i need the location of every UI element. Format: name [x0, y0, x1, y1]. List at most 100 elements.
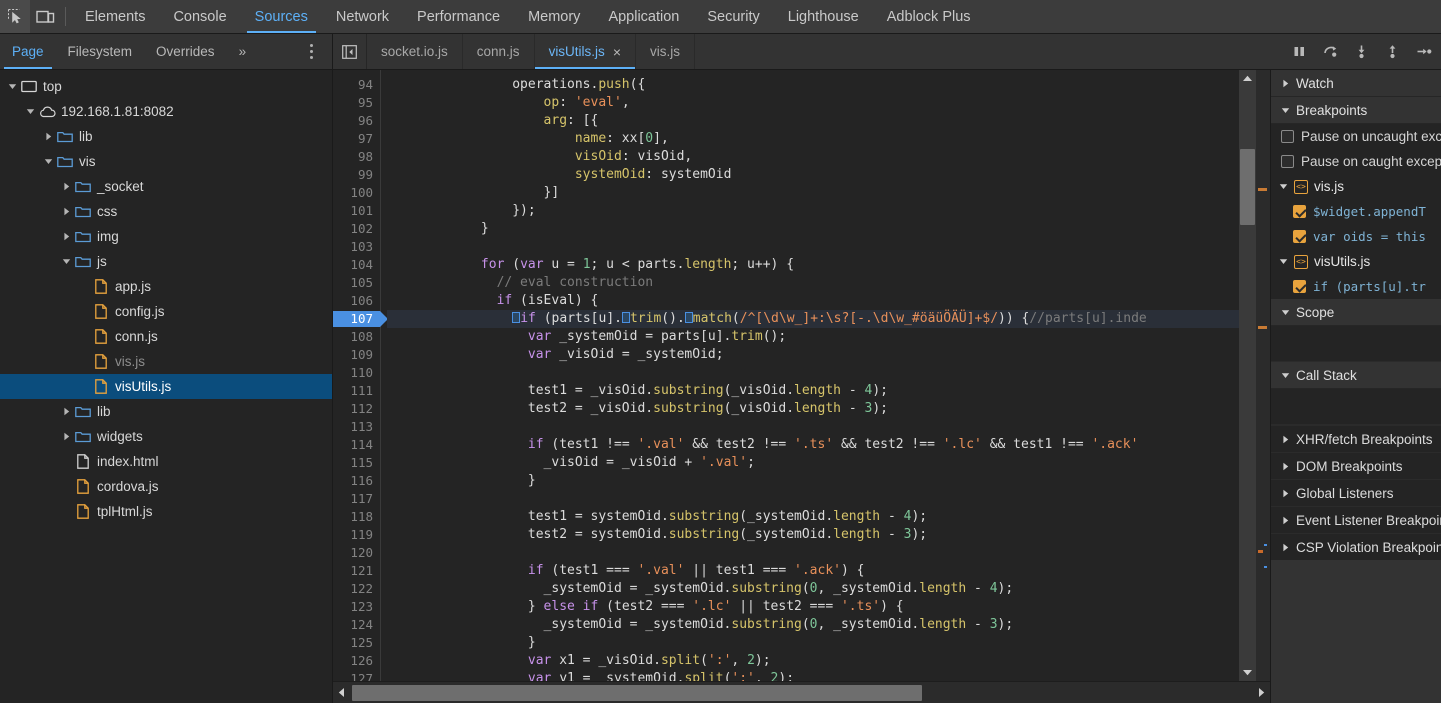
- line-number-95[interactable]: 95: [333, 94, 380, 112]
- line-number-111[interactable]: 111: [333, 382, 380, 400]
- panel-tab-network[interactable]: Network: [322, 0, 403, 33]
- chevron-down-icon[interactable]: [42, 155, 55, 168]
- chevron-right-icon[interactable]: [1279, 516, 1292, 525]
- navigator-tab-filesystem[interactable]: Filesystem: [56, 34, 145, 69]
- chevron-right-icon[interactable]: [60, 430, 73, 443]
- checkbox[interactable]: [1281, 155, 1294, 168]
- panel-tab-performance[interactable]: Performance: [403, 0, 514, 33]
- code-line-106[interactable]: if (isEval) {: [387, 292, 1239, 310]
- code-line-96[interactable]: arg: [{: [387, 112, 1239, 130]
- chevron-right-icon[interactable]: [1279, 543, 1292, 552]
- navigator-tab-overrides[interactable]: Overrides: [144, 34, 227, 69]
- checkbox[interactable]: [1293, 205, 1306, 218]
- chevron-down-icon[interactable]: [60, 255, 73, 268]
- line-number-109[interactable]: 109: [333, 346, 380, 364]
- tree-item-192-168-1-81-8082[interactable]: 192.168.1.81:8082: [0, 99, 332, 124]
- checkbox[interactable]: [1293, 230, 1306, 243]
- breakpoint-group-vis-js[interactable]: <> vis.js: [1271, 174, 1441, 199]
- line-number-126[interactable]: 126: [333, 652, 380, 670]
- breakpoint-entry[interactable]: $widget.appendT: [1271, 199, 1441, 224]
- step-over-next-function-call-icon[interactable]: [1315, 35, 1346, 69]
- code-line-102[interactable]: }: [387, 220, 1239, 238]
- code-line-107[interactable]: if (parts[u]. trim(). match(/^[\d\w_]+:\s?…: [387, 310, 1239, 328]
- file-navigator-tree[interactable]: top 192.168.1.81:8082 lib vis _socket css img j…: [0, 70, 333, 703]
- code-line-112[interactable]: test2 = _visOid.substring(_visOid.length…: [387, 400, 1239, 418]
- line-number-121[interactable]: 121: [333, 562, 380, 580]
- tree-item-lib[interactable]: lib: [0, 124, 332, 149]
- chevron-right-icon[interactable]: [42, 130, 55, 143]
- checkbox[interactable]: [1281, 130, 1294, 143]
- code-line-123[interactable]: } else if (test2 === '.lc' || test2 === …: [387, 598, 1239, 616]
- section-header-event-listener-breakpoints[interactable]: Event Listener Breakpoints: [1271, 506, 1441, 533]
- breakpoint-marker[interactable]: 107: [333, 311, 388, 327]
- chevron-right-icon[interactable]: [1279, 462, 1292, 471]
- code-line-105[interactable]: // eval construction: [387, 274, 1239, 292]
- section-header-breakpoints[interactable]: Breakpoints: [1271, 97, 1441, 124]
- panel-tab-memory[interactable]: Memory: [514, 0, 594, 33]
- line-number-100[interactable]: 100: [333, 184, 380, 202]
- tree-item-css[interactable]: css: [0, 199, 332, 224]
- code-line-118[interactable]: test1 = systemOid.substring(_systemOid.l…: [387, 508, 1239, 526]
- code-line-97[interactable]: name: xx[0],: [387, 130, 1239, 148]
- horizontal-scroll-thumb[interactable]: [352, 684, 922, 701]
- tree-item-vis-js[interactable]: vis.js: [0, 349, 332, 374]
- file-tab-vis-js[interactable]: vis.js: [636, 34, 695, 69]
- inline-breakpoint-icon[interactable]: [621, 312, 630, 323]
- line-number-103[interactable]: 103: [333, 238, 380, 256]
- line-number-124[interactable]: 124: [333, 616, 380, 634]
- tree-item-visutils-js[interactable]: visUtils.js: [0, 374, 332, 399]
- code-line-125[interactable]: }: [387, 634, 1239, 652]
- tree-item-top[interactable]: top: [0, 74, 332, 99]
- code-content[interactable]: operations.push({ op: 'eval', arg: [{ na…: [381, 70, 1239, 681]
- line-number-114[interactable]: 114: [333, 436, 380, 454]
- section-header-xhr-fetch-breakpoints[interactable]: XHR/fetch Breakpoints: [1271, 425, 1441, 452]
- code-line-126[interactable]: var x1 = _visOid.split(':', 2);: [387, 652, 1239, 670]
- line-number-119[interactable]: 119: [333, 526, 380, 544]
- device-toolbar-icon[interactable]: [30, 0, 60, 33]
- line-number-120[interactable]: 120: [333, 544, 380, 562]
- code-line-115[interactable]: _visOid = _visOid + '.val';: [387, 454, 1239, 472]
- line-number-127[interactable]: 127: [333, 670, 380, 681]
- code-line-101[interactable]: });: [387, 202, 1239, 220]
- section-header-dom-breakpoints[interactable]: DOM Breakpoints: [1271, 452, 1441, 479]
- tree-item-widgets[interactable]: widgets: [0, 424, 332, 449]
- line-number-98[interactable]: 98: [333, 148, 380, 166]
- panel-tab-adblock-plus[interactable]: Adblock Plus: [873, 0, 985, 33]
- tree-item-app-js[interactable]: app.js: [0, 274, 332, 299]
- line-number-118[interactable]: 118: [333, 508, 380, 526]
- tree-item-conn-js[interactable]: conn.js: [0, 324, 332, 349]
- breakpoint-group-visutils-js[interactable]: <> visUtils.js: [1271, 249, 1441, 274]
- chevron-down-icon[interactable]: [1277, 182, 1290, 191]
- navigator-tab--[interactable]: »: [227, 34, 259, 69]
- tree-item-img[interactable]: img: [0, 224, 332, 249]
- panel-tab-lighthouse[interactable]: Lighthouse: [774, 0, 873, 33]
- line-number-108[interactable]: 108: [333, 328, 380, 346]
- line-number-99[interactable]: 99: [333, 166, 380, 184]
- section-header-global-listeners[interactable]: Global Listeners: [1271, 479, 1441, 506]
- show-navigator-icon[interactable]: [333, 34, 367, 69]
- tree-item--socket[interactable]: _socket: [0, 174, 332, 199]
- tree-item-lib[interactable]: lib: [0, 399, 332, 424]
- code-line-117[interactable]: [387, 490, 1239, 508]
- line-number-gutter[interactable]: 94 95 96 97 98 99 100 101 102 103 104 105 106 107 108 1…: [333, 70, 388, 681]
- step-into-next-function-call-icon[interactable]: [1346, 35, 1377, 69]
- line-number-105[interactable]: 105: [333, 274, 380, 292]
- chevron-right-icon[interactable]: [60, 405, 73, 418]
- scroll-up-arrow-icon[interactable]: [1239, 70, 1256, 87]
- line-number-123[interactable]: 123: [333, 598, 380, 616]
- scroll-down-arrow-icon[interactable]: [1239, 664, 1256, 681]
- horizontal-scroll-track[interactable]: [350, 682, 1253, 703]
- line-number-96[interactable]: 96: [333, 112, 380, 130]
- editor-vertical-scrollbar[interactable]: [1239, 70, 1256, 681]
- navigator-tab-page[interactable]: Page: [0, 34, 56, 69]
- chevron-down-icon[interactable]: [1277, 257, 1290, 266]
- section-header-csp-violation-breakpoints[interactable]: CSP Violation Breakpoints: [1271, 533, 1441, 560]
- tree-item-config-js[interactable]: config.js: [0, 299, 332, 324]
- chevron-right-icon[interactable]: [1279, 79, 1292, 88]
- editor-horizontal-scrollbar[interactable]: [333, 681, 1270, 703]
- file-tab-socket-io-js[interactable]: socket.io.js: [367, 34, 463, 69]
- line-number-115[interactable]: 115: [333, 454, 380, 472]
- panel-tab-application[interactable]: Application: [594, 0, 693, 33]
- tree-item-cordova-js[interactable]: cordova.js: [0, 474, 332, 499]
- line-number-117[interactable]: 117: [333, 490, 380, 508]
